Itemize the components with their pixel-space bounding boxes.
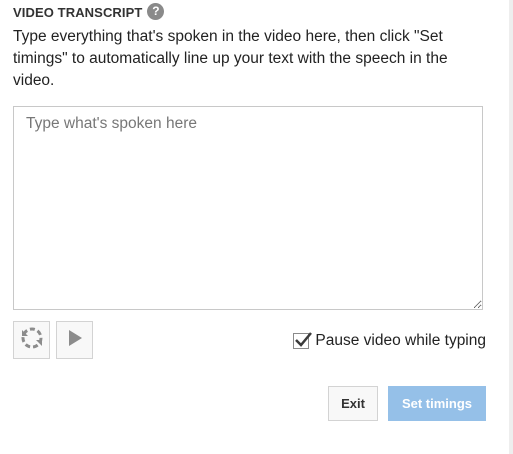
pause-video-label: Pause video while typing <box>315 332 486 349</box>
checkmark-icon <box>295 332 313 347</box>
exit-button[interactable]: Exit <box>328 386 378 421</box>
pause-video-toggle[interactable]: Pause video while typing <box>293 332 486 350</box>
help-icon[interactable]: ? <box>147 2 165 20</box>
replay-icon <box>19 325 45 356</box>
set-timings-button[interactable]: Set timings <box>388 386 486 421</box>
play-button[interactable] <box>56 321 93 359</box>
section-header: VIDEO TRANSCRIPT ? <box>13 2 165 20</box>
transcript-textarea[interactable] <box>13 106 483 310</box>
section-title: VIDEO TRANSCRIPT <box>13 5 143 20</box>
pause-video-checkbox[interactable] <box>293 332 313 349</box>
instructions-text: Type everything that's spoken in the vid… <box>13 28 448 89</box>
replay-button[interactable] <box>13 321 50 359</box>
panel-right-edge <box>509 0 513 454</box>
play-icon <box>67 329 83 352</box>
